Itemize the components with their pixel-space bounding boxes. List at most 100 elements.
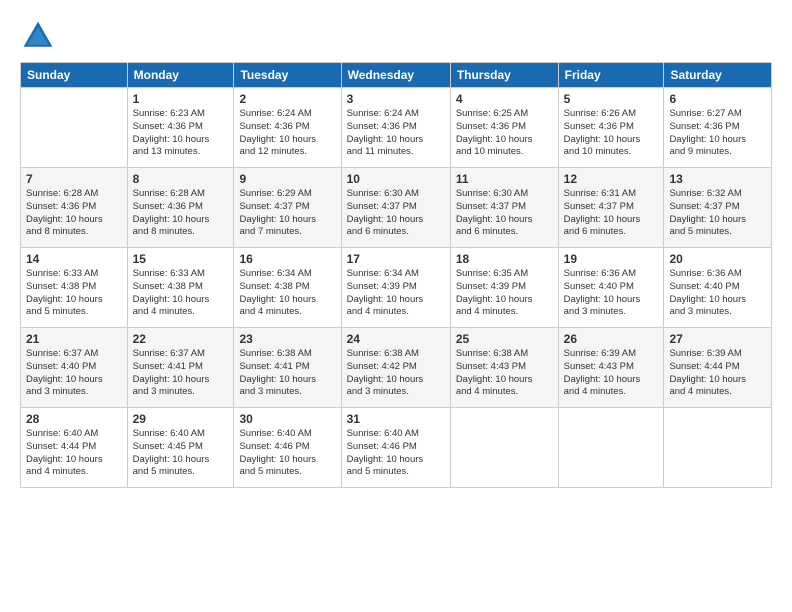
cell-info: Sunrise: 6:39 AM Sunset: 4:44 PM Dayligh… bbox=[669, 348, 766, 399]
calendar-cell: 21 Sunrise: 6:37 AM Sunset: 4:40 PM Dayli… bbox=[21, 328, 128, 408]
cell-date: 1 bbox=[133, 92, 229, 106]
calendar-cell: 18 Sunrise: 6:35 AM Sunset: 4:39 PM Dayli… bbox=[450, 248, 558, 328]
cell-date: 28 bbox=[26, 412, 122, 426]
calendar-cell: 7Sunrise: 6:28 AM Sunset: 4:36 PM Daylig… bbox=[21, 168, 128, 248]
cell-info: Sunrise: 6:34 AM Sunset: 4:39 PM Dayligh… bbox=[347, 268, 445, 319]
cell-date: 22 bbox=[133, 332, 229, 346]
cell-date: 13 bbox=[669, 172, 766, 186]
calendar-cell: 20 Sunrise: 6:36 AM Sunset: 4:40 PM Dayli… bbox=[664, 248, 772, 328]
week-row-3: 14Sunrise: 6:33 AM Sunset: 4:38 PM Dayli… bbox=[21, 248, 772, 328]
cell-date: 4 bbox=[456, 92, 553, 106]
cell-info: Sunrise: 6:40 AM Sunset: 4:45 PM Dayligh… bbox=[133, 428, 229, 479]
week-row-1: 1 Sunrise: 6:23 AM Sunset: 4:36 PM Daylig… bbox=[21, 88, 772, 168]
calendar-table: SundayMondayTuesdayWednesdayThursdayFrid… bbox=[20, 62, 772, 488]
calendar-cell: 1 Sunrise: 6:23 AM Sunset: 4:36 PM Daylig… bbox=[127, 88, 234, 168]
cell-info: Sunrise: 6:31 AM Sunset: 4:37 PM Dayligh… bbox=[564, 188, 659, 239]
cell-info: Sunrise: 6:40 AM Sunset: 4:46 PM Dayligh… bbox=[347, 428, 445, 479]
calendar-cell: 2 Sunrise: 6:24 AM Sunset: 4:36 PM Daylig… bbox=[234, 88, 341, 168]
cell-info: Sunrise: 6:35 AM Sunset: 4:39 PM Dayligh… bbox=[456, 268, 553, 319]
cell-date: 29 bbox=[133, 412, 229, 426]
cell-date: 31 bbox=[347, 412, 445, 426]
col-header-tuesday: Tuesday bbox=[234, 63, 341, 88]
cell-date: 26 bbox=[564, 332, 659, 346]
calendar-cell: 12 Sunrise: 6:31 AM Sunset: 4:37 PM Dayli… bbox=[558, 168, 664, 248]
cell-date: 17 bbox=[347, 252, 445, 266]
calendar-cell: 9Sunrise: 6:29 AM Sunset: 4:37 PM Daylig… bbox=[234, 168, 341, 248]
calendar-cell: 5 Sunrise: 6:26 AM Sunset: 4:36 PM Daylig… bbox=[558, 88, 664, 168]
calendar-cell bbox=[21, 88, 128, 168]
cell-info: Sunrise: 6:36 AM Sunset: 4:40 PM Dayligh… bbox=[669, 268, 766, 319]
cell-info: Sunrise: 6:28 AM Sunset: 4:36 PM Dayligh… bbox=[26, 188, 122, 239]
logo bbox=[20, 18, 60, 54]
cell-date: 19 bbox=[564, 252, 659, 266]
cell-info: Sunrise: 6:38 AM Sunset: 4:41 PM Dayligh… bbox=[239, 348, 335, 399]
week-row-5: 28 Sunrise: 6:40 AM Sunset: 4:44 PM Dayli… bbox=[21, 408, 772, 488]
cell-info: Sunrise: 6:32 AM Sunset: 4:37 PM Dayligh… bbox=[669, 188, 766, 239]
cell-date: 11 bbox=[456, 172, 553, 186]
cell-date: 15 bbox=[133, 252, 229, 266]
calendar-cell: 22Sunrise: 6:37 AM Sunset: 4:41 PM Dayli… bbox=[127, 328, 234, 408]
cell-info: Sunrise: 6:36 AM Sunset: 4:40 PM Dayligh… bbox=[564, 268, 659, 319]
page: SundayMondayTuesdayWednesdayThursdayFrid… bbox=[0, 0, 792, 612]
cell-info: Sunrise: 6:38 AM Sunset: 4:43 PM Dayligh… bbox=[456, 348, 553, 399]
calendar-cell: 3Sunrise: 6:24 AM Sunset: 4:36 PM Daylig… bbox=[341, 88, 450, 168]
calendar-cell: 16Sunrise: 6:34 AM Sunset: 4:38 PM Dayli… bbox=[234, 248, 341, 328]
cell-date: 18 bbox=[456, 252, 553, 266]
calendar-cell: 30 Sunrise: 6:40 AM Sunset: 4:46 PM Dayli… bbox=[234, 408, 341, 488]
col-header-friday: Friday bbox=[558, 63, 664, 88]
cell-date: 23 bbox=[239, 332, 335, 346]
calendar-cell: 19 Sunrise: 6:36 AM Sunset: 4:40 PM Dayli… bbox=[558, 248, 664, 328]
cell-date: 5 bbox=[564, 92, 659, 106]
calendar-cell: 8 Sunrise: 6:28 AM Sunset: 4:36 PM Daylig… bbox=[127, 168, 234, 248]
calendar-cell bbox=[450, 408, 558, 488]
cell-date: 6 bbox=[669, 92, 766, 106]
cell-info: Sunrise: 6:24 AM Sunset: 4:36 PM Dayligh… bbox=[347, 108, 445, 159]
cell-date: 20 bbox=[669, 252, 766, 266]
cell-info: Sunrise: 6:33 AM Sunset: 4:38 PM Dayligh… bbox=[133, 268, 229, 319]
cell-date: 21 bbox=[26, 332, 122, 346]
week-row-2: 7Sunrise: 6:28 AM Sunset: 4:36 PM Daylig… bbox=[21, 168, 772, 248]
col-header-wednesday: Wednesday bbox=[341, 63, 450, 88]
calendar-cell: 6 Sunrise: 6:27 AM Sunset: 4:36 PM Daylig… bbox=[664, 88, 772, 168]
cell-info: Sunrise: 6:40 AM Sunset: 4:46 PM Dayligh… bbox=[239, 428, 335, 479]
cell-info: Sunrise: 6:40 AM Sunset: 4:44 PM Dayligh… bbox=[26, 428, 122, 479]
cell-info: Sunrise: 6:37 AM Sunset: 4:40 PM Dayligh… bbox=[26, 348, 122, 399]
cell-info: Sunrise: 6:25 AM Sunset: 4:36 PM Dayligh… bbox=[456, 108, 553, 159]
calendar-cell bbox=[558, 408, 664, 488]
col-header-thursday: Thursday bbox=[450, 63, 558, 88]
cell-info: Sunrise: 6:27 AM Sunset: 4:36 PM Dayligh… bbox=[669, 108, 766, 159]
calendar-cell: 17 Sunrise: 6:34 AM Sunset: 4:39 PM Dayli… bbox=[341, 248, 450, 328]
logo-icon bbox=[20, 18, 56, 54]
col-header-monday: Monday bbox=[127, 63, 234, 88]
cell-info: Sunrise: 6:34 AM Sunset: 4:38 PM Dayligh… bbox=[239, 268, 335, 319]
calendar-cell: 4 Sunrise: 6:25 AM Sunset: 4:36 PM Daylig… bbox=[450, 88, 558, 168]
cell-info: Sunrise: 6:23 AM Sunset: 4:36 PM Dayligh… bbox=[133, 108, 229, 159]
week-row-4: 21 Sunrise: 6:37 AM Sunset: 4:40 PM Dayli… bbox=[21, 328, 772, 408]
calendar-cell: 15 Sunrise: 6:33 AM Sunset: 4:38 PM Dayli… bbox=[127, 248, 234, 328]
cell-info: Sunrise: 6:38 AM Sunset: 4:42 PM Dayligh… bbox=[347, 348, 445, 399]
cell-date: 10 bbox=[347, 172, 445, 186]
cell-info: Sunrise: 6:39 AM Sunset: 4:43 PM Dayligh… bbox=[564, 348, 659, 399]
calendar-cell: 29 Sunrise: 6:40 AM Sunset: 4:45 PM Dayli… bbox=[127, 408, 234, 488]
col-header-saturday: Saturday bbox=[664, 63, 772, 88]
cell-info: Sunrise: 6:33 AM Sunset: 4:38 PM Dayligh… bbox=[26, 268, 122, 319]
calendar-cell bbox=[664, 408, 772, 488]
calendar-cell: 25 Sunrise: 6:38 AM Sunset: 4:43 PM Dayli… bbox=[450, 328, 558, 408]
cell-info: Sunrise: 6:24 AM Sunset: 4:36 PM Dayligh… bbox=[239, 108, 335, 159]
cell-date: 30 bbox=[239, 412, 335, 426]
cell-date: 12 bbox=[564, 172, 659, 186]
cell-date: 25 bbox=[456, 332, 553, 346]
calendar-cell: 10 Sunrise: 6:30 AM Sunset: 4:37 PM Dayli… bbox=[341, 168, 450, 248]
calendar-cell: 31 Sunrise: 6:40 AM Sunset: 4:46 PM Dayli… bbox=[341, 408, 450, 488]
cell-info: Sunrise: 6:28 AM Sunset: 4:36 PM Dayligh… bbox=[133, 188, 229, 239]
cell-info: Sunrise: 6:29 AM Sunset: 4:37 PM Dayligh… bbox=[239, 188, 335, 239]
calendar-cell: 23 Sunrise: 6:38 AM Sunset: 4:41 PM Dayli… bbox=[234, 328, 341, 408]
cell-date: 2 bbox=[239, 92, 335, 106]
calendar-cell: 24 Sunrise: 6:38 AM Sunset: 4:42 PM Dayli… bbox=[341, 328, 450, 408]
cell-info: Sunrise: 6:26 AM Sunset: 4:36 PM Dayligh… bbox=[564, 108, 659, 159]
header-row: SundayMondayTuesdayWednesdayThursdayFrid… bbox=[21, 63, 772, 88]
cell-date: 8 bbox=[133, 172, 229, 186]
cell-info: Sunrise: 6:30 AM Sunset: 4:37 PM Dayligh… bbox=[347, 188, 445, 239]
cell-info: Sunrise: 6:30 AM Sunset: 4:37 PM Dayligh… bbox=[456, 188, 553, 239]
cell-date: 24 bbox=[347, 332, 445, 346]
